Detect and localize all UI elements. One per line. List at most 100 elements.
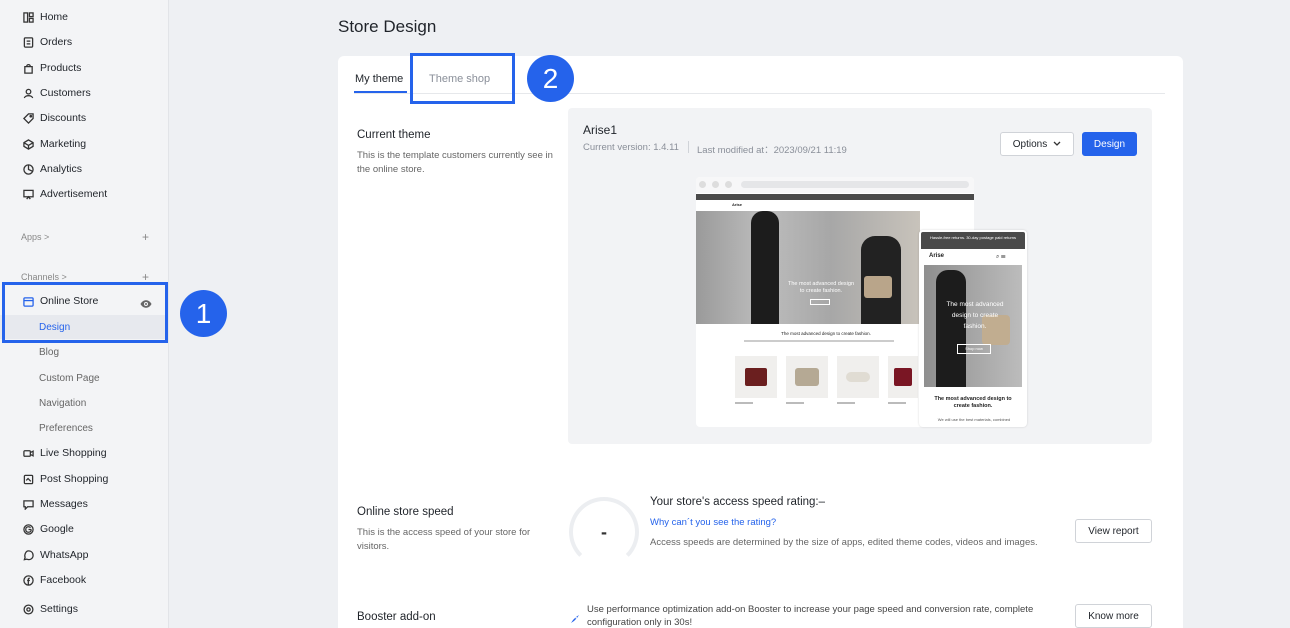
product-bag [846, 372, 870, 382]
mobile-hero-image: The most advanced design to create fashi… [924, 265, 1022, 387]
home-icon [22, 11, 34, 23]
product-bag [745, 368, 767, 386]
sidebar-item-analytics[interactable]: Analytics [0, 157, 168, 181]
section-subline [744, 340, 894, 342]
sidebar-item-label: Advertisement [40, 188, 108, 200]
theme-modified: Last modified at：2023/09/21 11:19 [697, 145, 847, 156]
speed-note: Access speeds are determined by the size… [650, 537, 1038, 548]
sidebar-item-label: Home [40, 11, 69, 23]
sidebar-item-label: Post Shopping [40, 473, 109, 485]
live-shopping-icon [22, 447, 34, 459]
mobile-preview: Hassle-free returns. 30-day postage paid… [919, 230, 1027, 427]
browser-address [741, 181, 969, 188]
options-button[interactable]: Options [1000, 132, 1074, 156]
mobile-hero-button: Shop now [957, 344, 991, 354]
facebook-icon [22, 574, 34, 586]
sidebar-subitem-navigation[interactable]: Navigation [0, 391, 168, 415]
sidebar-item-discounts[interactable]: Discounts [0, 106, 168, 130]
messages-icon [22, 498, 34, 510]
hero-figure [751, 211, 779, 324]
browser-dot [725, 181, 732, 188]
annotation-badge-2: 2 [527, 55, 574, 102]
tab-my-theme[interactable]: My theme [355, 73, 403, 85]
sidebar-item-products[interactable]: Products [0, 56, 168, 80]
hero-button [810, 299, 830, 305]
theme-version: Current version: 1.4.11 [583, 142, 679, 153]
mobile-section-heading: The most advanced design to create fashi… [934, 396, 1012, 409]
product-thumb [735, 356, 777, 398]
whatsapp-icon [22, 549, 34, 561]
sidebar-item-label: Customers [40, 87, 91, 99]
booster-title: Booster add-on [357, 611, 436, 623]
speed-desc: This is the access speed of your store f… [357, 527, 531, 552]
sidebar-item-label: Messages [40, 498, 88, 510]
sidebar-subitem-preferences[interactable]: Preferences [0, 416, 168, 440]
meta-divider [688, 141, 689, 153]
advertisement-icon [22, 188, 34, 200]
sidebar-item-orders[interactable]: Orders [0, 30, 168, 54]
product-thumb [837, 356, 879, 398]
know-more-button[interactable]: Know more [1075, 604, 1152, 628]
mobile-banner: Hassle-free returns. 30-day postage paid… [921, 232, 1025, 249]
mobile-section-sub: We will use the best materials, combined [937, 417, 1011, 422]
annotation-badge-1: 1 [180, 290, 227, 337]
current-theme-desc: This is the template customers currently… [357, 150, 553, 175]
browser-dot [712, 181, 719, 188]
google-icon [22, 523, 34, 535]
speed-gauge: - [569, 497, 639, 567]
settings-icon [22, 603, 34, 615]
booster-text: Use performance optimization add-on Boos… [587, 604, 1034, 628]
sidebar-item-messages[interactable]: Messages [0, 492, 168, 516]
sidebar-item-settings[interactable]: Settings [0, 597, 168, 621]
preview-brand: Arise [732, 202, 743, 207]
product-caption [888, 402, 906, 404]
products-icon [22, 62, 34, 74]
sidebar-item-label: Facebook [40, 574, 87, 586]
customers-icon [22, 87, 34, 99]
sidebar-item-customers[interactable]: Customers [0, 81, 168, 105]
speed-rating: Your store's access speed rating:– [650, 496, 826, 508]
sidebar-item-post-shopping[interactable]: Post Shopping [0, 467, 168, 491]
options-label: Options [1012, 138, 1048, 150]
sidebar-item-google[interactable]: Google [0, 517, 168, 541]
sidebar-item-label: Marketing [40, 138, 87, 150]
add-app-icon[interactable]: + [142, 230, 149, 244]
sidebar-subitem-blog[interactable]: Blog [0, 340, 168, 364]
sidebar-item-facebook[interactable]: Facebook [0, 568, 168, 592]
product-bag [894, 368, 912, 386]
chevron-down-icon [1053, 141, 1061, 147]
sidebar-item-label: Google [40, 523, 74, 535]
sidebar-item-advertisement[interactable]: Advertisement [0, 182, 168, 206]
analytics-icon [22, 163, 34, 175]
hero-text: The most advanced design to create fashi… [787, 281, 855, 294]
product-caption [837, 402, 855, 404]
product-bag [795, 368, 819, 386]
hero-bag [864, 276, 892, 298]
marketing-icon [22, 138, 34, 150]
highlight-box-online-store [2, 282, 168, 343]
sidebar-item-whatsapp[interactable]: WhatsApp [0, 543, 168, 567]
mobile-hero-text: The most advanced design to create fashi… [946, 301, 1004, 330]
product-thumb [888, 356, 918, 398]
sidebar-item-label: Analytics [40, 163, 83, 175]
product-thumb [786, 356, 828, 398]
sidebar-item-label: Live Shopping [40, 447, 107, 459]
apps-section-label[interactable]: Apps > [21, 232, 49, 242]
design-button[interactable]: Design [1082, 132, 1137, 156]
why-no-rating-link[interactable]: Why can´t you see the rating? [650, 517, 776, 528]
discounts-icon [22, 112, 34, 124]
speed-title: Online store speed [357, 506, 454, 518]
mobile-header-icons: ⌕ ☰ [996, 254, 1006, 260]
browser-dot [699, 181, 706, 188]
hero-image: The most advanced design to create fashi… [696, 211, 920, 324]
sidebar-item-home[interactable]: Home [0, 5, 168, 29]
sidebar-item-live-shopping[interactable]: Live Shopping [0, 441, 168, 465]
sidebar-subitem-custom-page[interactable]: Custom Page [0, 366, 168, 390]
channels-section-label[interactable]: Channels > [21, 272, 67, 282]
view-report-button[interactable]: View report [1075, 519, 1152, 543]
tab-active-indicator [354, 91, 407, 93]
mobile-brand: Arise [929, 253, 945, 259]
theme-name: Arise1 [583, 123, 618, 137]
sidebar-item-marketing[interactable]: Marketing [0, 132, 168, 156]
announcement-bar [696, 194, 974, 200]
